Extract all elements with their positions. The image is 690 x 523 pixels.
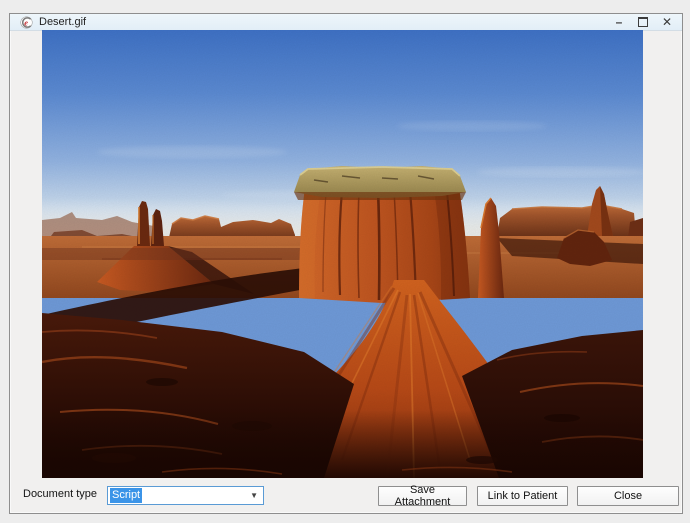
maximize-button[interactable] [631,14,655,30]
save-attachment-button[interactable]: Save Attachment [378,486,467,506]
window-controls: – ✕ [607,14,679,30]
document-type-label: Document type [23,488,97,500]
maximize-icon [638,17,648,27]
chevron-down-icon[interactable]: ▼ [250,492,258,500]
document-type-selected-value: Script [110,488,142,503]
app-logo-icon: e [20,16,33,29]
minimize-icon: – [616,15,623,29]
close-window-button[interactable]: ✕ [655,14,679,30]
title-bar: e Desert.gif – ✕ [10,14,682,31]
photo-grain [42,30,643,478]
attachment-preview [42,30,643,478]
desert-photo [42,30,643,478]
close-button[interactable]: Close [577,486,679,506]
link-to-patient-button[interactable]: Link to Patient [477,486,568,506]
svg-text:e: e [24,18,28,27]
close-icon: ✕ [662,15,672,29]
window-title: Desert.gif [39,14,86,30]
document-type-dropdown[interactable]: Script ▼ [107,486,264,505]
dialog-window: e Desert.gif – ✕ [9,13,683,514]
